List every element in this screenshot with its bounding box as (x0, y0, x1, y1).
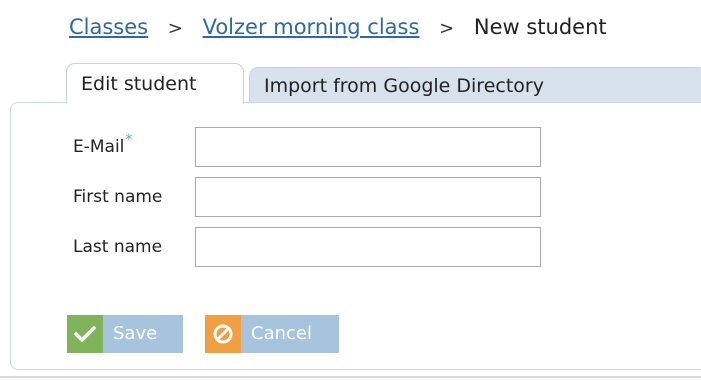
save-button-label: Save (113, 323, 158, 344)
breadcrumb-separator: > (167, 18, 183, 39)
new-student-page: Classes > Volzer morning class > New stu… (0, 0, 701, 381)
save-button[interactable]: Save (67, 315, 183, 353)
last-name-field[interactable] (195, 227, 541, 267)
email-field[interactable] (195, 127, 541, 167)
cancel-button-label: Cancel (251, 323, 312, 344)
breadcrumb-class-link[interactable]: Volzer morning class (203, 15, 420, 39)
email-label: E-Mail* (73, 132, 132, 158)
tab-import-google-directory[interactable]: Import from Google Directory (249, 67, 701, 103)
email-label-text: E-Mail (73, 137, 125, 157)
breadcrumb-classes-link[interactable]: Classes (69, 15, 148, 39)
required-marker: * (125, 132, 133, 148)
checkmark-icon (67, 315, 103, 353)
breadcrumb-current-page: New student (473, 15, 607, 39)
last-name-label: Last name (73, 237, 163, 257)
bottom-divider (0, 376, 701, 378)
first-name-field[interactable] (195, 177, 541, 217)
breadcrumb: Classes > Volzer morning class > New stu… (69, 14, 607, 42)
cancel-button[interactable]: Cancel (205, 315, 339, 353)
breadcrumb-separator: > (439, 18, 455, 39)
tab-edit-student[interactable]: Edit student (66, 63, 244, 104)
first-name-label: First name (73, 187, 163, 207)
cancel-icon (205, 315, 241, 353)
